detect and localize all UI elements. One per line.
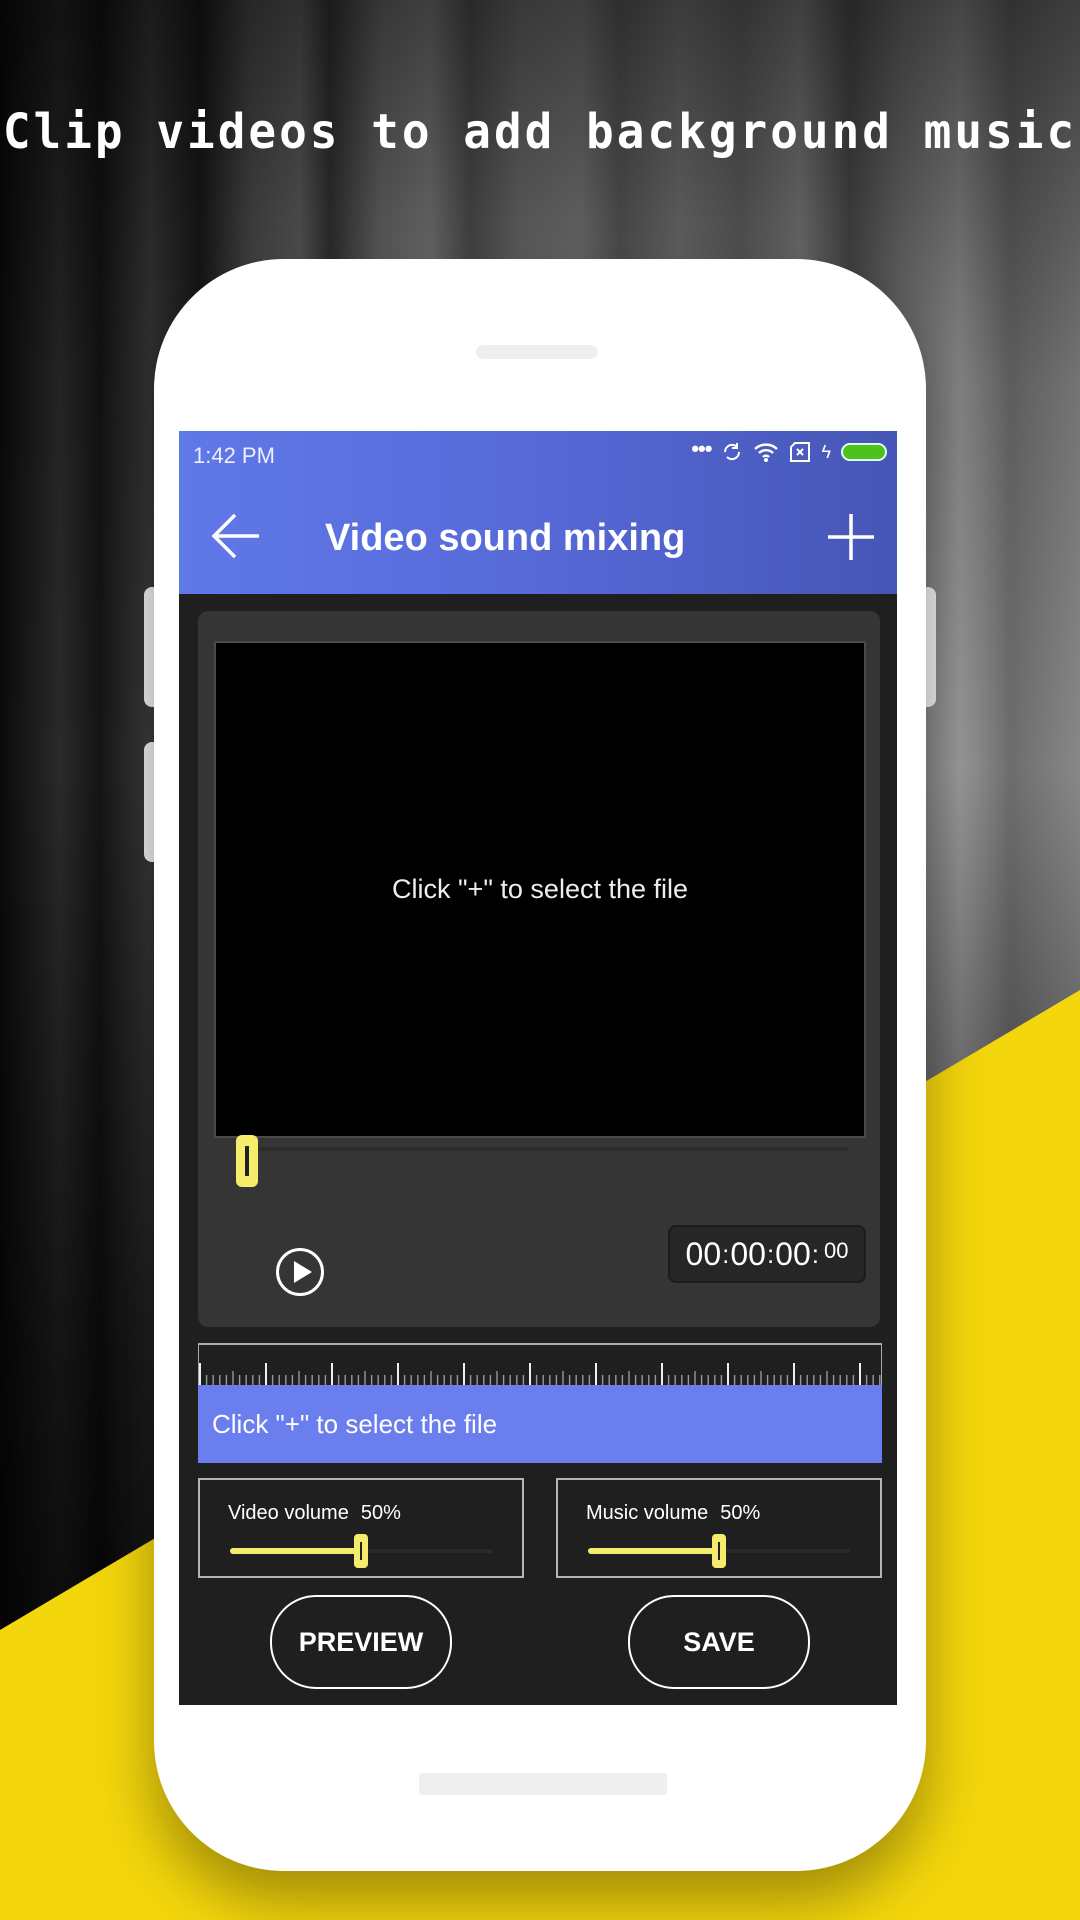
seek-track[interactable] [248, 1147, 848, 1151]
status-time: 1:42 PM [193, 443, 275, 468]
app-screen: 1:42 PM ••• ϟ Video sound mixing Click "… [179, 431, 897, 1705]
video-preview-area[interactable]: Click "+" to select the file [214, 641, 866, 1138]
video-volume-fill [230, 1548, 361, 1554]
wifi-icon [754, 443, 779, 462]
video-placeholder-text: Click "+" to select the file [391, 874, 689, 904]
ruler-ticks [199, 1363, 881, 1385]
phone-home-bar [419, 1773, 667, 1795]
music-track-bar[interactable]: Click "+" to select the file [198, 1385, 882, 1463]
arrow-left-icon [211, 513, 259, 559]
video-volume-thumb[interactable] [354, 1534, 368, 1568]
video-volume-label: Video volume [228, 1502, 349, 1524]
music-volume-fill [588, 1548, 719, 1554]
status-icons: ••• ϟ [691, 436, 887, 463]
seek-thumb[interactable] [236, 1135, 258, 1187]
play-button[interactable] [276, 1248, 324, 1296]
charging-bolt-icon: ϟ [821, 441, 831, 462]
video-volume-panel: Video volume 50% [198, 1478, 524, 1578]
preview-button[interactable]: PREVIEW [270, 1595, 452, 1689]
music-placeholder-text: Click "+" to select the file [212, 1408, 498, 1439]
app-bar: 1:42 PM ••• ϟ Video sound mixing [179, 431, 897, 594]
plus-icon [828, 514, 874, 560]
battery-icon [841, 443, 887, 461]
video-volume-value: 50% [360, 1502, 401, 1524]
back-button[interactable] [209, 511, 265, 561]
timeline-ruler [198, 1343, 882, 1385]
time-display: 00:00:00:00 [668, 1225, 866, 1283]
timer-hours: 00 [685, 1235, 722, 1272]
page-title: Video sound mixing [325, 517, 686, 559]
timer-seconds: 00 [775, 1235, 811, 1272]
phone-speaker [476, 345, 598, 359]
video-player-panel: Click "+" to select the file 00:00:00:00 [198, 611, 880, 1327]
more-dots-icon: ••• [691, 436, 712, 461]
music-volume-thumb[interactable] [712, 1534, 726, 1568]
sim-x-icon [790, 442, 811, 462]
promo-headline: Clip videos to add background music [2, 102, 1078, 160]
music-volume-panel: Music volume 50% [556, 1478, 882, 1578]
save-button[interactable]: SAVE [628, 1595, 810, 1689]
timer-frames: 00 [824, 1238, 849, 1263]
timer-minutes: 00 [730, 1235, 766, 1272]
music-volume-value: 50% [720, 1502, 761, 1524]
add-file-button[interactable] [825, 511, 877, 563]
music-volume-label: Music volume [586, 1502, 709, 1524]
sync-icon [724, 443, 741, 461]
